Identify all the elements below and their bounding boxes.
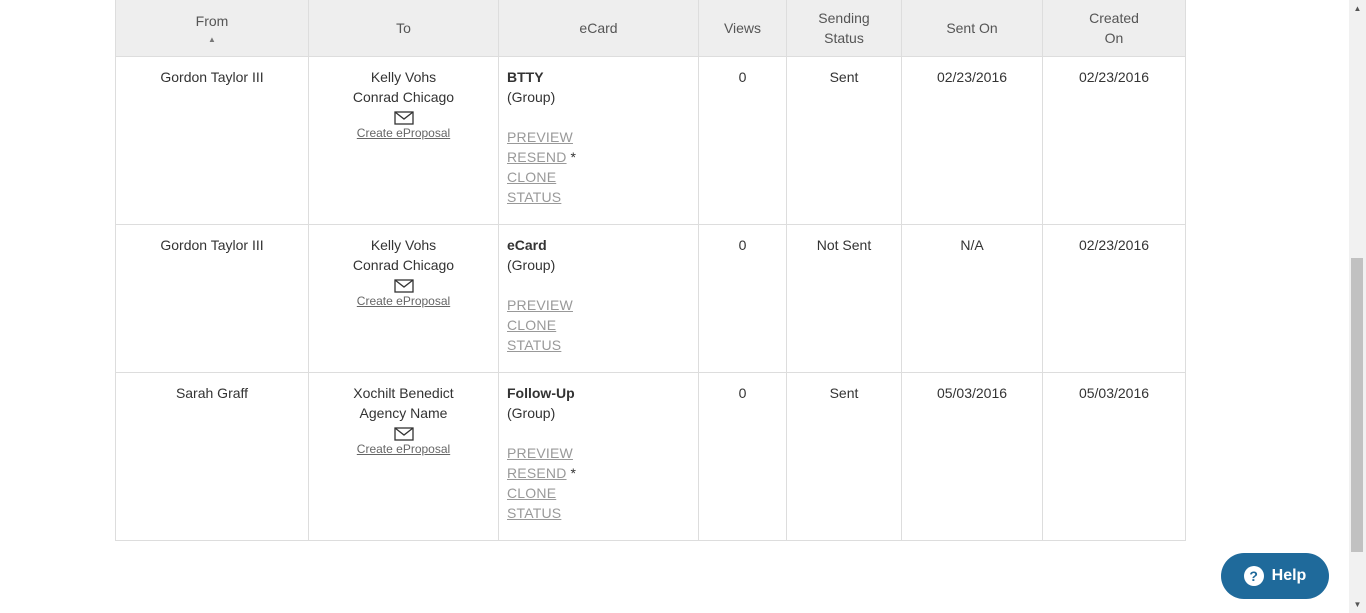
status-link[interactable]: STATUS — [507, 503, 690, 523]
column-header-sending-status: Sending Status — [786, 0, 902, 57]
resend-marker: * — [570, 149, 576, 165]
recipient-name: Xochilt Benedict — [353, 385, 454, 401]
preview-link[interactable]: PREVIEW — [507, 295, 690, 315]
ecard-actions: PREVIEW RESEND * CLONE STATUS — [507, 127, 690, 207]
ecard-type: (Group) — [507, 405, 556, 421]
sent-on-cell: 05/03/2016 — [901, 372, 1043, 541]
ecard-type: (Group) — [507, 89, 556, 105]
ecard-name: Follow-Up — [507, 385, 575, 401]
column-header-ecard: eCard — [498, 0, 699, 57]
ecard-name: BTTY — [507, 69, 544, 85]
ecard-type: (Group) — [507, 257, 556, 273]
created-on-cell: 02/23/2016 — [1042, 224, 1186, 373]
help-button-label: Help — [1271, 567, 1307, 584]
table-row: Gordon Taylor III Kelly Vohs Conrad Chic… — [115, 224, 1186, 373]
created-on-cell: 05/03/2016 — [1042, 372, 1186, 541]
page: From ▲ To eCard Views Sending Status Sen… — [0, 0, 1349, 613]
from-cell: Sarah Graff — [115, 372, 309, 541]
clone-link[interactable]: CLONE — [507, 167, 690, 187]
vertical-scrollbar[interactable]: ▲ ▼ — [1349, 0, 1366, 613]
resend-link[interactable]: RESEND — [507, 465, 567, 481]
ecard-cell: eCard (Group) PREVIEW CLONE STATUS — [498, 224, 699, 373]
table-row: Gordon Taylor III Kelly Vohs Conrad Chic… — [115, 56, 1186, 225]
ecard-cell: Follow-Up (Group) PREVIEW RESEND * CLONE… — [498, 372, 699, 541]
scrollbar-thumb[interactable] — [1351, 258, 1363, 552]
sending-status-cell: Not Sent — [786, 224, 902, 373]
ecard-actions: PREVIEW CLONE STATUS — [507, 295, 690, 355]
column-header-created-on: Created On — [1042, 0, 1186, 57]
created-on-cell: 02/23/2016 — [1042, 56, 1186, 225]
to-cell: Xochilt Benedict Agency Name Create ePro… — [308, 372, 499, 541]
recipient-company: Agency Name — [359, 405, 448, 421]
create-eproposal-link[interactable]: Create eProposal — [317, 293, 490, 309]
views-cell: 0 — [698, 224, 787, 373]
ecards-table: From ▲ To eCard Views Sending Status Sen… — [115, 0, 1186, 541]
preview-link[interactable]: PREVIEW — [507, 127, 690, 147]
column-header-from[interactable]: From ▲ — [115, 0, 309, 57]
preview-link[interactable]: PREVIEW — [507, 443, 690, 463]
column-header-to: To — [308, 0, 499, 57]
envelope-icon[interactable] — [393, 111, 414, 125]
scroll-up-arrow-icon[interactable]: ▲ — [1349, 0, 1366, 17]
recipient-name: Kelly Vohs — [370, 237, 437, 253]
create-eproposal-link[interactable]: Create eProposal — [317, 441, 490, 457]
ecard-actions: PREVIEW RESEND * CLONE STATUS — [507, 443, 690, 523]
from-cell: Gordon Taylor III — [115, 224, 309, 373]
table-row: Sarah Graff Xochilt Benedict Agency Name… — [115, 372, 1186, 541]
views-cell: 0 — [698, 372, 787, 541]
envelope-icon[interactable] — [393, 427, 414, 441]
resend-marker: * — [570, 465, 576, 481]
help-button[interactable]: ? Help — [1221, 553, 1329, 599]
scroll-down-arrow-icon[interactable]: ▼ — [1349, 596, 1366, 613]
recipient-company: Conrad Chicago — [352, 257, 455, 273]
sent-on-cell: N/A — [901, 224, 1043, 373]
table-header-row: From ▲ To eCard Views Sending Status Sen… — [115, 0, 1186, 57]
status-link[interactable]: STATUS — [507, 187, 690, 207]
ecard-cell: BTTY (Group) PREVIEW RESEND * CLONE STAT… — [498, 56, 699, 225]
column-header-views: Views — [698, 0, 787, 57]
from-cell: Gordon Taylor III — [115, 56, 309, 225]
recipient-company: Conrad Chicago — [352, 89, 455, 105]
sort-ascending-icon: ▲ — [208, 35, 216, 44]
create-eproposal-link[interactable]: Create eProposal — [317, 125, 490, 141]
recipient-name: Kelly Vohs — [370, 69, 437, 85]
sending-status-cell: Sent — [786, 372, 902, 541]
views-cell: 0 — [698, 56, 787, 225]
ecard-name: eCard — [507, 237, 547, 253]
column-header-sent-on: Sent On — [901, 0, 1043, 57]
status-link[interactable]: STATUS — [507, 335, 690, 355]
to-cell: Kelly Vohs Conrad Chicago Create ePropos… — [308, 56, 499, 225]
to-cell: Kelly Vohs Conrad Chicago Create ePropos… — [308, 224, 499, 373]
sending-status-cell: Sent — [786, 56, 902, 225]
sent-on-cell: 02/23/2016 — [901, 56, 1043, 225]
envelope-icon[interactable] — [393, 279, 414, 293]
clone-link[interactable]: CLONE — [507, 315, 690, 335]
column-header-from-label: From — [195, 13, 229, 29]
question-circle-icon: ? — [1243, 566, 1264, 586]
resend-link[interactable]: RESEND — [507, 149, 567, 165]
clone-link[interactable]: CLONE — [507, 483, 690, 503]
